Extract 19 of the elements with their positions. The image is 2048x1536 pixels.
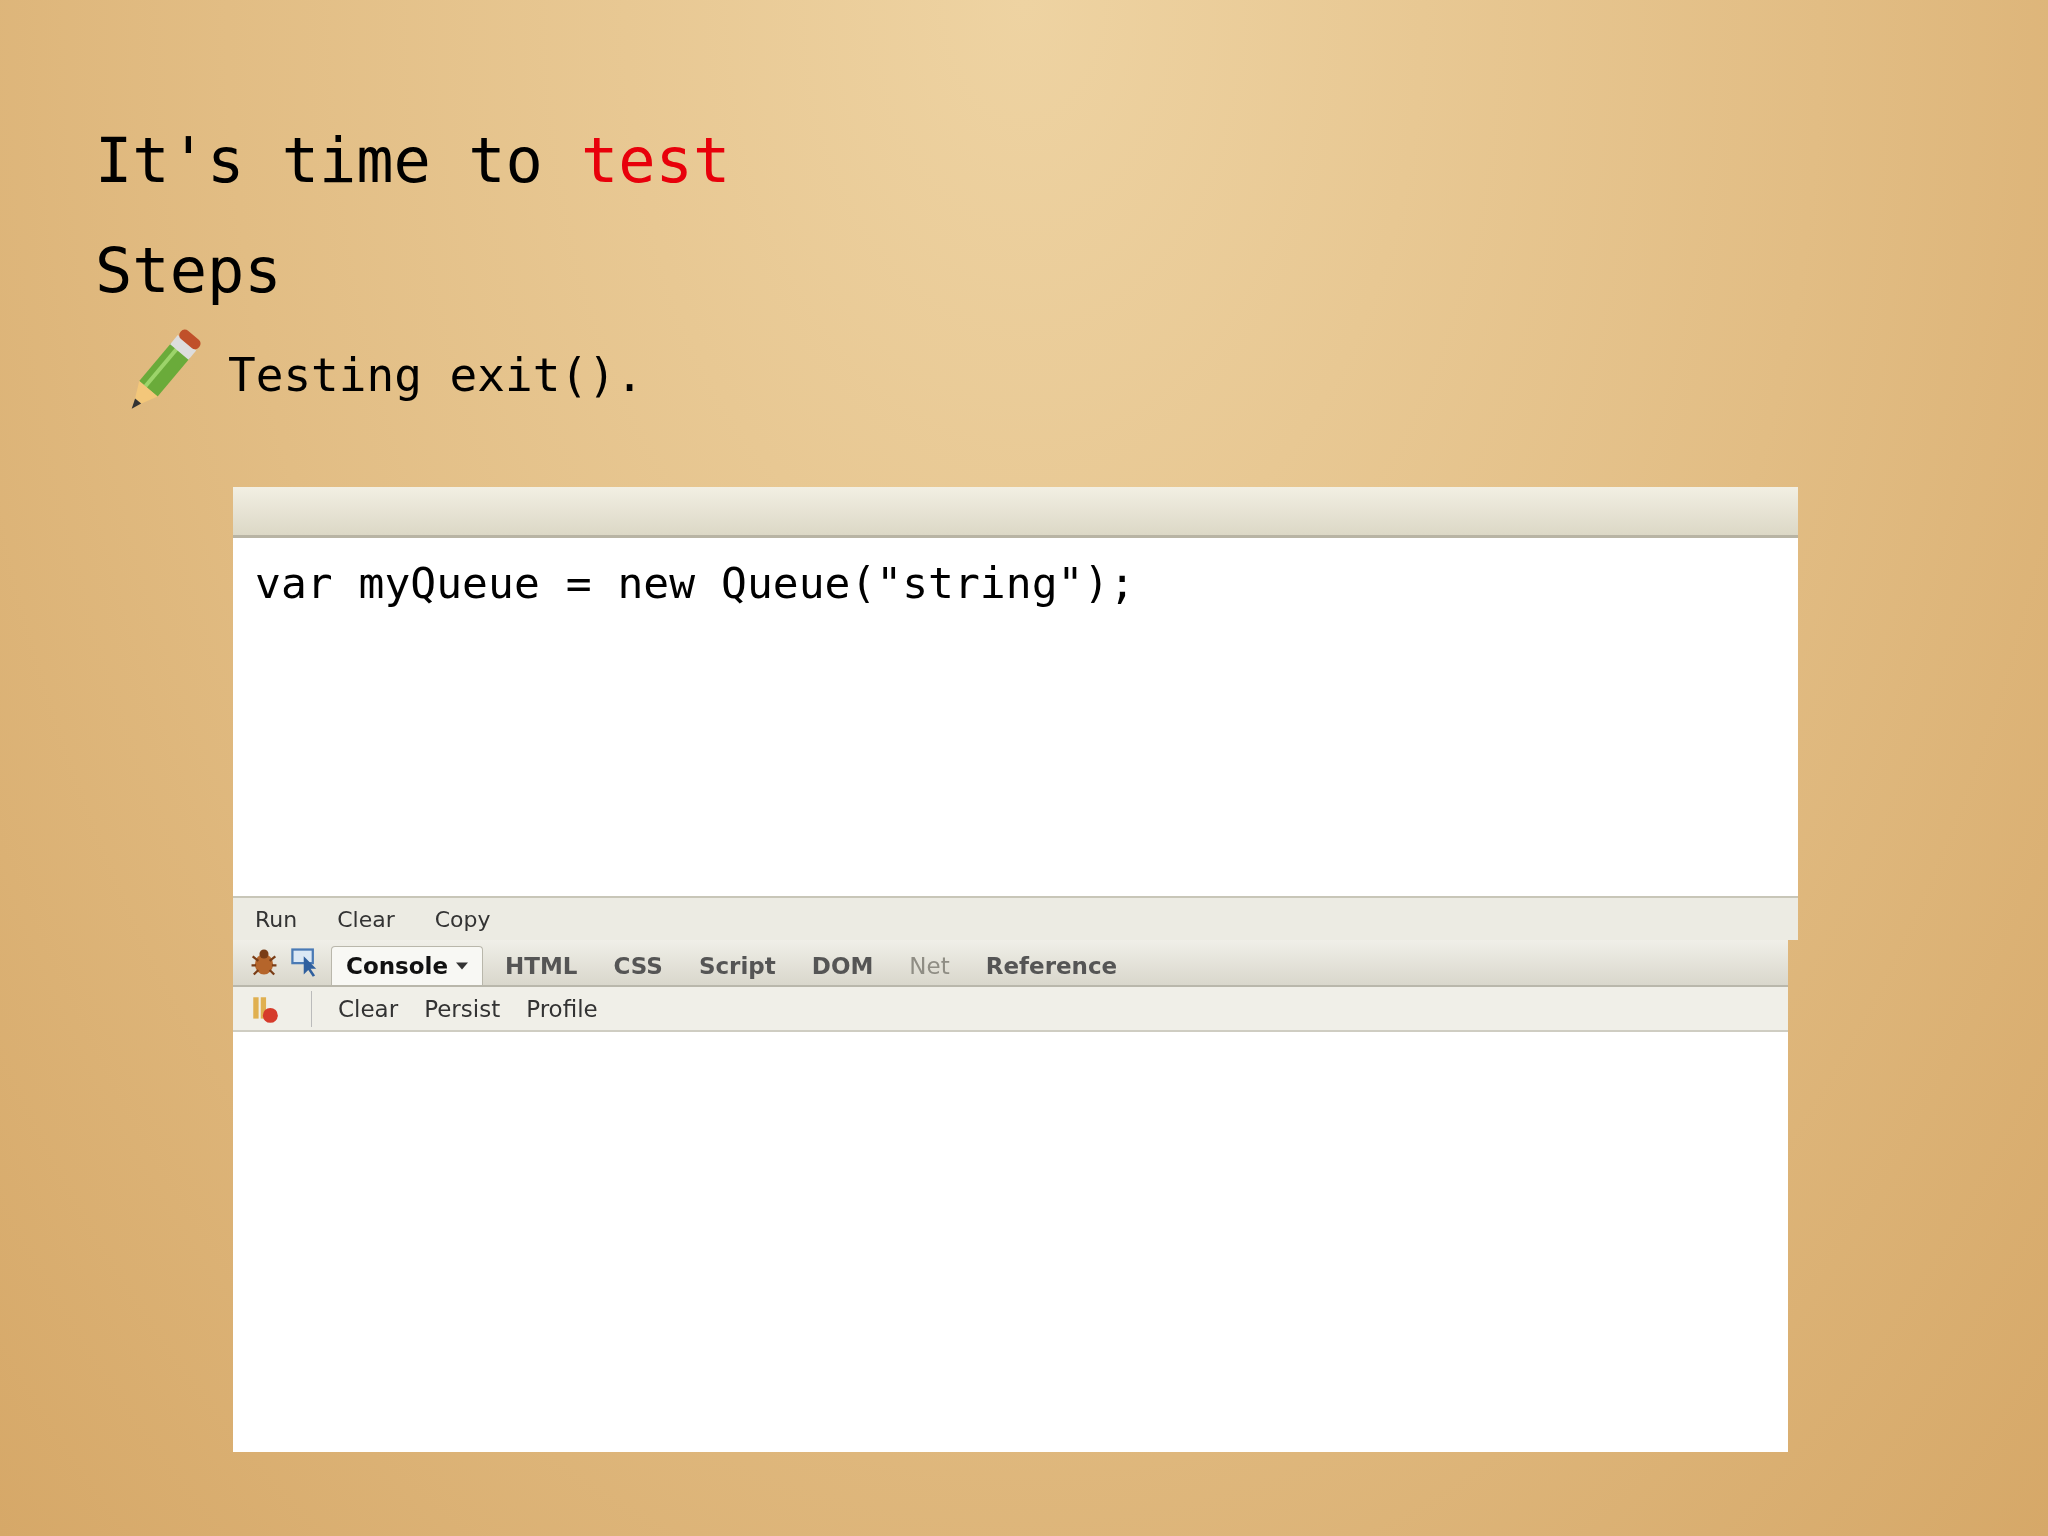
title-highlight: test: [580, 123, 731, 197]
panel-tab[interactable]: Console: [331, 946, 484, 985]
command-button[interactable]: Copy: [434, 906, 491, 932]
caret-icon: [456, 962, 469, 970]
toolbar-button[interactable]: Clear: [338, 995, 399, 1022]
panel-tab[interactable]: CSS: [599, 947, 677, 985]
code-editor[interactable]: var myQueue = new Queue("string");: [233, 538, 1798, 896]
bullet-text: Testing exit().: [228, 348, 644, 402]
panel-tab[interactable]: DOM: [797, 947, 888, 985]
code-line: var myQueue = new Queue("string");: [255, 558, 1136, 608]
command-button[interactable]: Clear: [337, 906, 395, 932]
slide-title: It's time to: [95, 123, 543, 197]
panel-tab[interactable]: HTML: [491, 947, 592, 985]
slide-subtitle: Steps: [95, 232, 283, 309]
panel-tab[interactable]: Reference: [971, 947, 1132, 985]
command-button[interactable]: Run: [255, 906, 298, 932]
toolbar-button[interactable]: Profile: [526, 995, 598, 1022]
panel-tab[interactable]: Script: [684, 947, 790, 985]
toolbar-button[interactable]: Persist: [424, 995, 501, 1022]
